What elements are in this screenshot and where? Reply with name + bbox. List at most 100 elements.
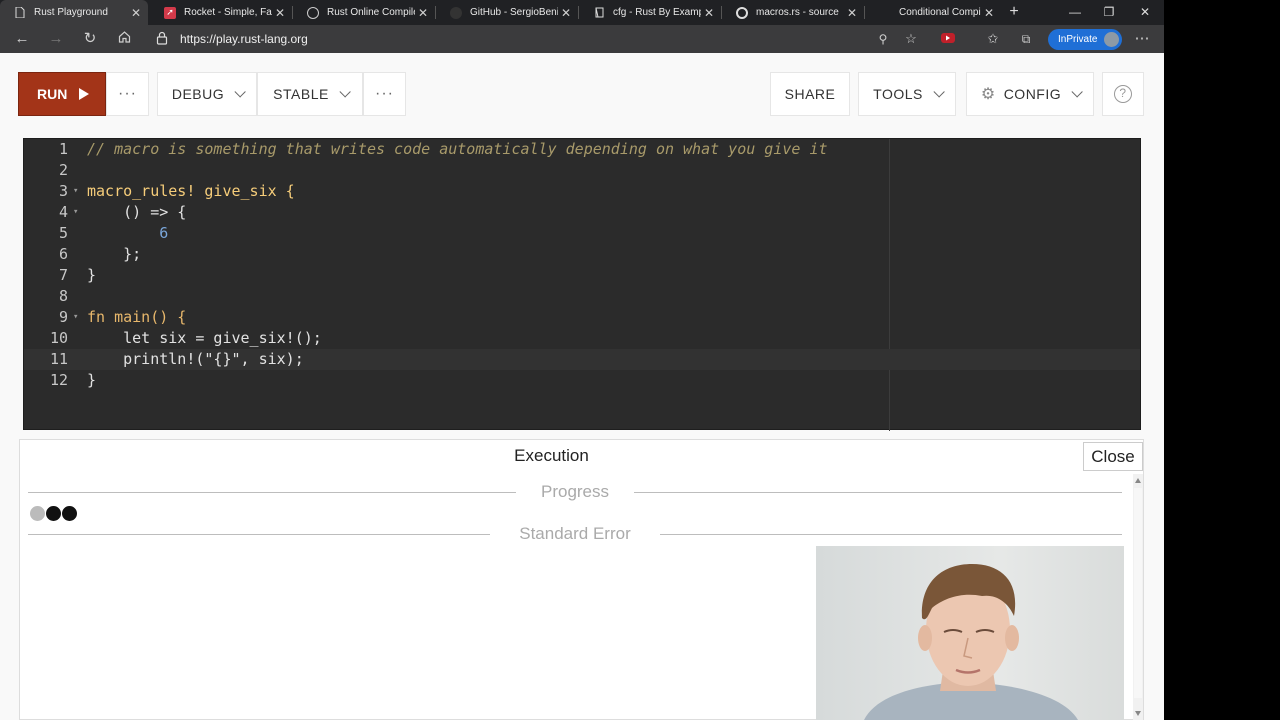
home-icon[interactable] (114, 29, 134, 49)
code-text: } (87, 266, 97, 284)
run-button[interactable]: RUN (18, 72, 106, 116)
fold-arrow-icon[interactable]: ▾ (73, 307, 78, 328)
url-field[interactable]: https://play.rust-lang.org (180, 32, 308, 46)
letterbox-bar (1164, 0, 1280, 720)
new-tab-icon[interactable]: + (1004, 2, 1024, 22)
back-icon[interactable]: ← (12, 29, 32, 49)
chevron-down-icon (1071, 86, 1083, 98)
share-button[interactable]: SHARE (770, 72, 850, 116)
code-line: 3 ▾ macro_rules! give_six { (24, 181, 1140, 202)
rust-docs-icon (736, 6, 748, 19)
code-text: 6 (87, 224, 169, 242)
tab-title: Conditional Compilati (899, 7, 981, 18)
fold-arrow-icon[interactable]: ▾ (73, 181, 78, 202)
inprivate-badge[interactable]: InPrivate (1048, 29, 1122, 50)
chevron-down-icon (339, 86, 351, 98)
scrollbar-thumb[interactable] (1134, 488, 1142, 698)
add-favorite-icon[interactable]: ☆ (901, 29, 921, 49)
advanced-options-button[interactable]: ··· (363, 72, 406, 116)
tab-rocket[interactable]: ➚ Rocket - Simple, Fast, ✕ (150, 0, 292, 25)
address-bar-row: ← → ↻ https://play.rust-lang.org ⚲ ☆ ✩ ⧉… (0, 25, 1164, 53)
line-number: 5 (58, 224, 68, 242)
tab-github[interactable]: GitHub - SergioBenite ✕ (436, 0, 578, 25)
restore-icon[interactable]: ❐ (1092, 0, 1126, 25)
close-tab-icon[interactable]: ✕ (701, 6, 717, 20)
line-number: 8 (58, 287, 68, 305)
code-line: 5 6 (24, 223, 1140, 244)
channel-dropdown[interactable]: STABLE (257, 72, 363, 116)
lock-icon[interactable] (156, 31, 170, 45)
code-text: () => { (87, 203, 187, 221)
code-line: 10 let six = give_six!(); (24, 328, 1140, 349)
code-line: 6 }; (24, 244, 1140, 265)
line-number: 12 (49, 371, 68, 389)
code-text: let six = give_six!(); (87, 329, 322, 347)
close-tab-icon[interactable]: ✕ (415, 6, 431, 20)
chevron-down-icon (234, 86, 246, 98)
inprivate-label: InPrivate (1058, 34, 1098, 45)
tools-dropdown[interactable]: TOOLS (858, 72, 956, 116)
loader-dot (62, 506, 77, 521)
divider (634, 492, 1122, 493)
collections-icon[interactable]: ⧉ (1016, 29, 1036, 49)
scroll-up-icon[interactable] (1135, 478, 1141, 483)
tab-title: Rust Online Compiler (327, 7, 415, 18)
code-text: }; (87, 245, 142, 263)
refresh-icon[interactable]: ↻ (80, 29, 100, 49)
playground-toolbar: RUN ··· DEBUG STABLE ··· SHARE TOOLS ⚙ C… (0, 53, 1164, 133)
close-tab-icon[interactable]: ✕ (128, 6, 144, 20)
line-number: 11 (49, 350, 68, 368)
tab-title: Rust Playground (34, 7, 108, 18)
tab-conditional-compilation[interactable]: Conditional Compilati ✕ (865, 0, 1001, 25)
code-text: println!("{}", six); (87, 350, 304, 368)
rust-book-icon (593, 7, 605, 19)
code-line: 2 (24, 160, 1140, 181)
tab-macros-source[interactable]: macros.rs - source ✕ (722, 0, 864, 25)
line-number: 4 (58, 203, 68, 221)
debug-mode-dropdown[interactable]: DEBUG (157, 72, 257, 116)
settings-menu-icon[interactable]: ⋯ (1132, 29, 1152, 49)
code-editor[interactable]: 1 // macro is something that writes code… (23, 138, 1141, 431)
code-line: 12 } (24, 370, 1140, 391)
gear-icon: ⚙ (980, 86, 996, 103)
tab-cfg-rust-by-example[interactable]: cfg - Rust By Example ✕ (579, 0, 721, 25)
debug-label: DEBUG (171, 86, 225, 102)
zoom-icon[interactable]: ⚲ (873, 29, 893, 49)
tools-label: TOOLS (873, 86, 923, 102)
tab-rust-online-compiler[interactable]: Rust Online Compiler ✕ (293, 0, 435, 25)
github-icon (450, 6, 462, 19)
forward-icon[interactable]: → (46, 29, 66, 49)
code-text: macro_rules! give_six { (87, 182, 295, 200)
output-title: Execution (514, 446, 589, 465)
code-text: } (87, 371, 97, 389)
tab-rust-playground[interactable]: Rust Playground ✕ (0, 0, 148, 25)
favorites-icon[interactable]: ✩ (983, 29, 1003, 49)
run-options-button[interactable]: ··· (106, 72, 149, 116)
extension-icon[interactable] (938, 29, 958, 49)
line-number: 7 (58, 266, 68, 284)
tab-title: macros.rs - source (756, 7, 839, 18)
loader-dot (46, 506, 61, 521)
close-output-button[interactable]: Close (1083, 442, 1143, 471)
output-scrollbar[interactable] (1133, 474, 1143, 720)
close-tab-icon[interactable]: ✕ (558, 6, 574, 20)
close-tab-icon[interactable]: ✕ (844, 6, 860, 20)
close-window-icon[interactable]: ✕ (1128, 0, 1162, 25)
minimize-icon[interactable]: — (1058, 0, 1092, 25)
code-line-current: 11 println!("{}", six); (24, 349, 1140, 370)
profile-avatar (1104, 32, 1119, 47)
scroll-down-icon[interactable] (1135, 711, 1141, 716)
fold-arrow-icon[interactable]: ▾ (73, 202, 78, 223)
loader-dot (30, 506, 45, 521)
config-dropdown[interactable]: ⚙ CONFIG (966, 72, 1094, 116)
close-tab-icon[interactable]: ✕ (981, 6, 997, 20)
code-line: 1 // macro is something that writes code… (24, 139, 1140, 160)
config-label: CONFIG (1003, 86, 1062, 102)
tab-title: cfg - Rust By Example (613, 7, 701, 18)
progress-header: Progress (28, 482, 1122, 502)
help-button[interactable]: ? (1102, 72, 1144, 116)
line-number: 2 (58, 161, 68, 179)
line-number: 9 (58, 308, 68, 326)
close-tab-icon[interactable]: ✕ (272, 6, 288, 20)
stable-label: STABLE (273, 86, 329, 102)
